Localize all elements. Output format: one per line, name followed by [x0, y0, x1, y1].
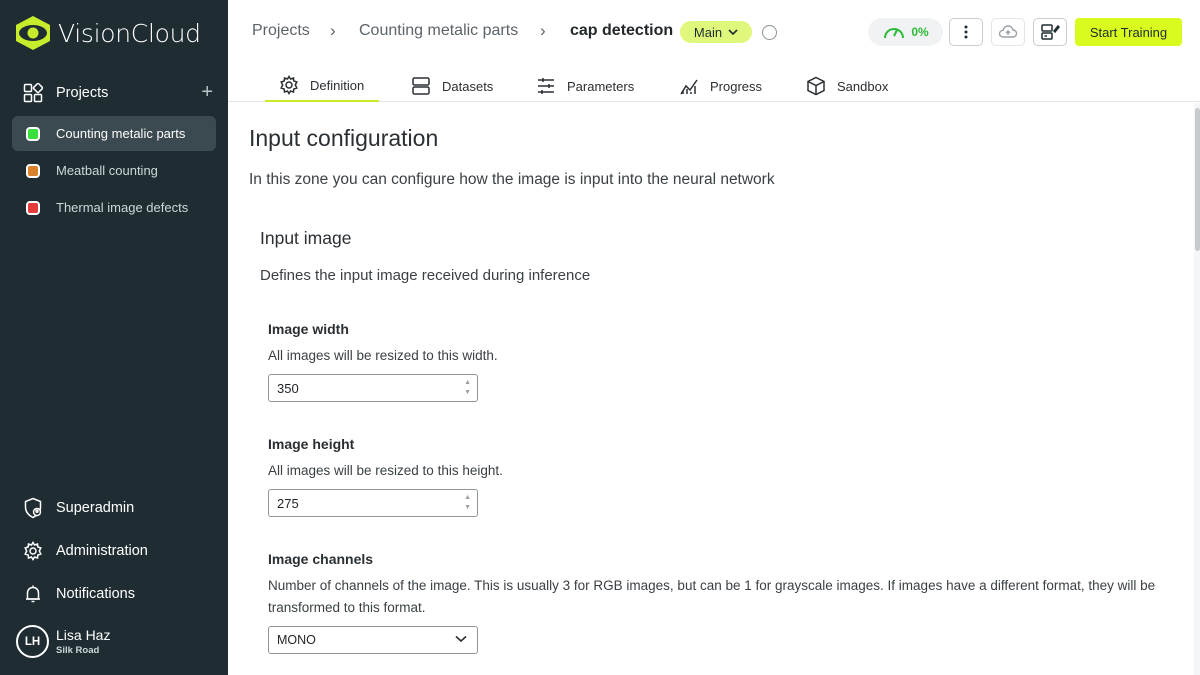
image-width-input[interactable]: 350 ▲ ▼ [268, 374, 478, 402]
image-width-value: 350 [277, 380, 299, 396]
project-color-dot [26, 163, 40, 178]
top-header: Projects › Counting metalic parts › cap … [228, 0, 1200, 102]
user-name: Lisa Haz [56, 627, 111, 643]
sidebar-item-notifications[interactable]: Notifications [23, 583, 213, 605]
sidebar-item-label: Administration [56, 543, 148, 559]
user-organization: Silk Road [56, 645, 100, 656]
app-name: VisionCloud [58, 18, 201, 48]
branch-selector[interactable]: Main [680, 21, 752, 43]
tab-label: Parameters [567, 78, 635, 94]
tab-progress[interactable]: Progress [679, 70, 762, 102]
tab-label: Progress [710, 78, 763, 94]
image-width-label: Image width [268, 321, 349, 337]
section-description: Defines the input image received during … [260, 267, 591, 284]
breadcrumb-separator-icon: › [540, 21, 546, 40]
sidebar-item-administration[interactable]: Administration [23, 540, 213, 562]
shield-user-icon [24, 497, 42, 519]
image-height-value: 275 [277, 495, 299, 511]
progress-percentage: 0% [911, 25, 929, 39]
more-vertical-icon [964, 25, 968, 39]
project-name: Meatball counting [56, 163, 158, 178]
number-spinner-icon[interactable]: ▲ ▼ [464, 493, 471, 513]
chart-icon [680, 79, 698, 95]
image-channels-label: Image channels [268, 551, 374, 567]
chevron-down-icon [455, 635, 467, 643]
tab-label: Sandbox [837, 78, 889, 94]
deploy-button[interactable] [1033, 18, 1067, 46]
add-project-button[interactable]: + [201, 81, 213, 104]
tab-sandbox[interactable]: Sandbox [806, 70, 888, 102]
sidebar: VisionCloud Projects + Counting metalic … [0, 0, 228, 675]
start-training-button[interactable]: Start Training [1075, 18, 1182, 46]
scrollbar-thumb[interactable] [1195, 108, 1200, 251]
tab-parameters[interactable]: Parameters [536, 70, 634, 102]
sliders-icon [538, 78, 554, 94]
tab-datasets[interactable]: Datasets [411, 70, 493, 102]
image-channels-value: MONO [277, 633, 316, 647]
gear-icon [280, 75, 298, 95]
branch-label: Main [693, 24, 723, 40]
gauge-icon [884, 28, 905, 39]
image-width-help: All images will be resized to this width… [268, 348, 498, 363]
project-color-dot [26, 200, 40, 215]
project-item-counting-metalic-parts[interactable]: Counting metalic parts [12, 116, 216, 151]
image-channels-help: Number of channels of the image. This is… [268, 578, 1156, 615]
main-content: Input configuration In this zone you can… [228, 103, 1200, 675]
training-progress[interactable]: 0% [868, 18, 943, 46]
page-description: In this zone you can configure how the i… [249, 171, 775, 188]
more-options-button[interactable] [949, 18, 983, 46]
tab-definition[interactable]: Definition [265, 70, 379, 102]
grid-icon [23, 83, 43, 103]
cloud-upload-button[interactable] [991, 18, 1025, 46]
cube-icon [807, 76, 825, 96]
project-item-meatball-counting[interactable]: Meatball counting [12, 153, 216, 188]
tab-label: Definition [310, 77, 365, 93]
avatar: LH [16, 625, 49, 658]
sidebar-item-projects[interactable]: Projects + [23, 81, 213, 104]
sidebar-item-superadmin[interactable]: Superadmin [23, 497, 213, 519]
cloud-icon [998, 25, 1018, 38]
status-indicator [762, 25, 777, 40]
project-name: Thermal image defects [56, 200, 189, 215]
breadcrumb-separator-icon: › [330, 21, 336, 40]
project-color-dot [26, 126, 40, 141]
app-logo[interactable]: VisionCloud [14, 15, 201, 51]
image-channels-select[interactable]: MONO [268, 626, 478, 654]
user-profile[interactable]: LH Lisa Haz Silk Road [16, 625, 110, 658]
image-height-label: Image height [268, 436, 355, 452]
image-height-help: All images will be resized to this heigh… [268, 463, 503, 478]
breadcrumb-projects[interactable]: Projects [252, 22, 310, 40]
sidebar-item-label: Projects [56, 85, 109, 101]
tab-label: Datasets [442, 78, 494, 94]
database-icon [412, 77, 430, 95]
sidebar-item-label: Superadmin [56, 500, 135, 516]
section-title: Input image [260, 228, 352, 248]
chevron-down-icon [728, 28, 738, 35]
page-title: Input configuration [249, 125, 439, 151]
image-height-input[interactable]: 275 ▲ ▼ [268, 489, 478, 517]
server-edit-icon [1041, 24, 1060, 40]
number-spinner-icon[interactable]: ▲ ▼ [464, 378, 471, 398]
bell-icon [26, 585, 40, 603]
project-item-thermal-image-defects[interactable]: Thermal image defects [12, 190, 216, 225]
breadcrumb-project[interactable]: Counting metalic parts [359, 22, 518, 40]
logo-icon [16, 16, 50, 50]
breadcrumb-model: cap detection [570, 22, 674, 39]
gear-icon [24, 541, 42, 561]
sidebar-item-label: Notifications [56, 586, 135, 602]
project-name: Counting metalic parts [56, 126, 186, 141]
